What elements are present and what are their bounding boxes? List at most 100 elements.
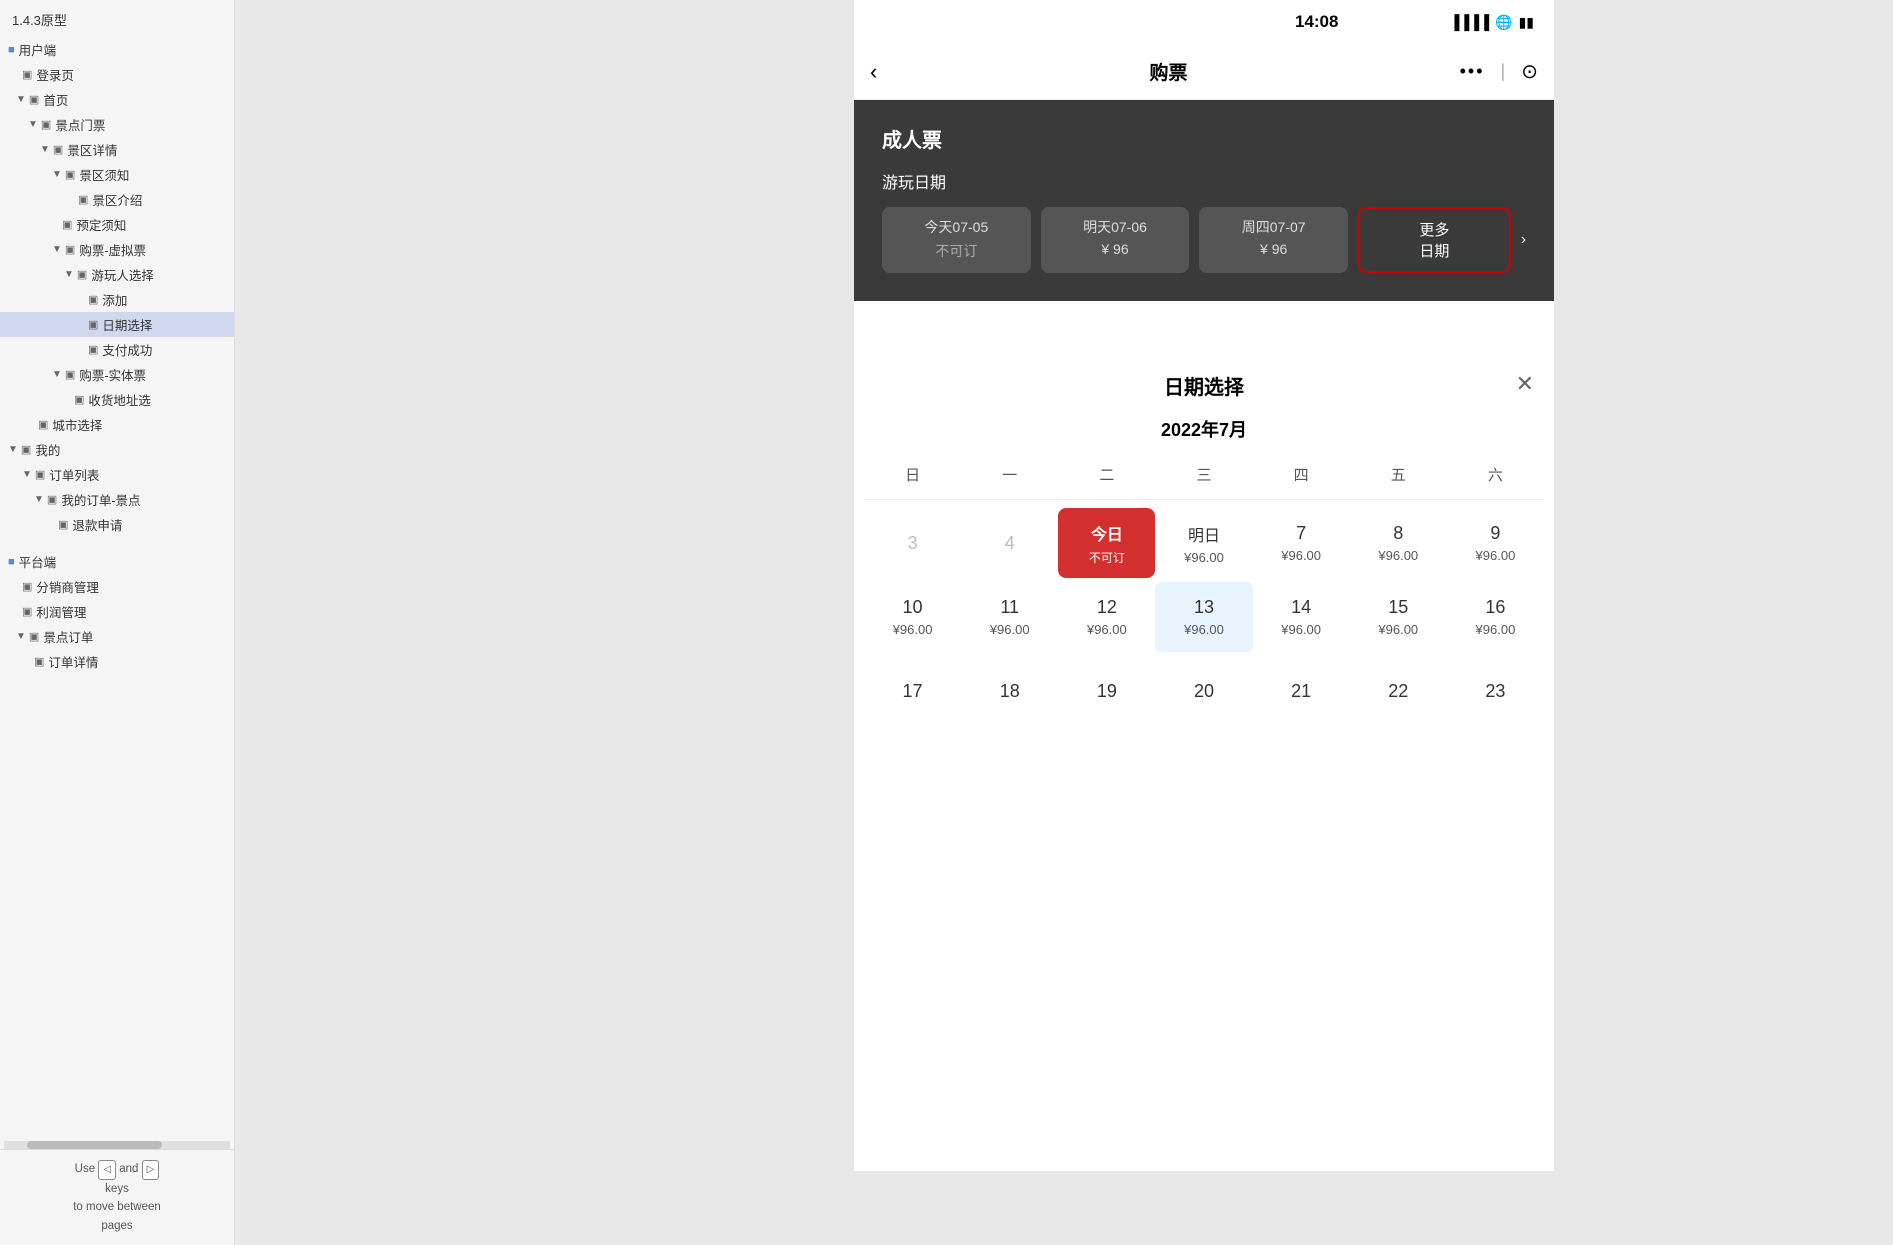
arrow-icon: ▼ bbox=[8, 444, 18, 455]
doc-icon: ▣ bbox=[22, 68, 32, 81]
signal-bars-icon: ▐▐▐▐ bbox=[1449, 14, 1489, 30]
cal-day-21[interactable]: 21 bbox=[1253, 656, 1350, 726]
calendar-month: 2022年7月 bbox=[854, 416, 1554, 442]
page-title: 购票 bbox=[1149, 58, 1187, 85]
modal-header: 日期选择 ✕ bbox=[854, 371, 1554, 416]
sidebar-item-order-detail[interactable]: ▣ 订单详情 bbox=[0, 649, 234, 674]
arrow-icon: ▼ bbox=[52, 369, 62, 380]
sidebar-item-profit-mgmt[interactable]: ▣ 利润管理 bbox=[0, 599, 234, 624]
cal-day-today[interactable]: 今日 不可订 bbox=[1058, 508, 1155, 578]
folder-icon: ■ bbox=[8, 44, 15, 56]
sidebar-item-attraction-detail[interactable]: ▼ ▣ 景区详情 bbox=[0, 137, 234, 162]
wifi-icon: 🌐 bbox=[1495, 14, 1512, 31]
cal-day-7[interactable]: 7 ¥96.00 bbox=[1253, 508, 1350, 578]
cal-day-19[interactable]: 19 bbox=[1058, 656, 1155, 726]
doc-icon: ▣ bbox=[58, 518, 68, 531]
cal-day-16[interactable]: 16 ¥96.00 bbox=[1447, 582, 1544, 652]
doc-icon: ▣ bbox=[38, 418, 48, 431]
date-option-today[interactable]: 今天07-05 不可订 bbox=[882, 207, 1031, 273]
date-thu-price: ¥ 96 bbox=[1207, 241, 1340, 257]
sidebar-horizontal-scrollbar[interactable] bbox=[4, 1141, 230, 1149]
doc-icon: ▣ bbox=[78, 193, 88, 206]
modal-close-button[interactable]: ✕ bbox=[1516, 371, 1534, 397]
sidebar: 1.4.3原型 ■ 用户端 ▣ 登录页 ▼ ▣ 首页 ▼ ▣ 景点门票 ▼ bbox=[0, 0, 235, 1245]
doc-icon: ▣ bbox=[22, 580, 32, 593]
sidebar-scroll[interactable]: ■ 用户端 ▣ 登录页 ▼ ▣ 首页 ▼ ▣ 景点门票 ▼ ▣ 景区详情 bbox=[0, 37, 234, 1141]
weekday-tue: 二 bbox=[1058, 458, 1155, 491]
cal-day-18[interactable]: 18 bbox=[961, 656, 1058, 726]
sidebar-item-attraction-orders[interactable]: ▼ ▣ 景点订单 bbox=[0, 624, 234, 649]
doc-icon: ▣ bbox=[88, 343, 98, 356]
cal-day-8[interactable]: 8 ¥96.00 bbox=[1350, 508, 1447, 578]
back-button[interactable]: ‹ bbox=[870, 59, 877, 85]
doc-icon: ▣ bbox=[88, 318, 98, 331]
nav-bar: ‹ 购票 ••• | ⊙ bbox=[854, 44, 1554, 100]
more-button[interactable]: ••• bbox=[1460, 61, 1485, 82]
sidebar-item-player-select[interactable]: ▼ ▣ 游玩人选择 bbox=[0, 262, 234, 287]
cal-day-12[interactable]: 12 ¥96.00 bbox=[1058, 582, 1155, 652]
cal-day-mingri[interactable]: 明日 ¥96.00 bbox=[1155, 508, 1252, 578]
play-date-label: 游玩日期 bbox=[882, 169, 1526, 193]
cal-day-3[interactable]: 3 bbox=[864, 508, 961, 578]
cal-day-11[interactable]: 11 ¥96.00 bbox=[961, 582, 1058, 652]
arrow-icon: ▼ bbox=[28, 119, 38, 130]
sidebar-item-my-section[interactable]: ▼ ▣ 我的 bbox=[0, 437, 234, 462]
divider: | bbox=[1501, 61, 1506, 82]
weekday-fri: 五 bbox=[1350, 458, 1447, 491]
sidebar-item-payment-success[interactable]: ▣ 支付成功 bbox=[0, 337, 234, 362]
modal-title: 日期选择 bbox=[1164, 371, 1244, 400]
date-today-price: 不可订 bbox=[890, 241, 1023, 261]
sidebar-title: 1.4.3原型 bbox=[0, 0, 234, 37]
cal-day-17[interactable]: 17 bbox=[864, 656, 961, 726]
sidebar-item-login[interactable]: ▣ 登录页 bbox=[0, 62, 234, 87]
sidebar-item-buy-virtual[interactable]: ▼ ▣ 购票-虚拟票 bbox=[0, 237, 234, 262]
cal-day-20[interactable]: 20 bbox=[1155, 656, 1252, 726]
cal-day-10[interactable]: 10 ¥96.00 bbox=[864, 582, 961, 652]
footer-use-text: Use bbox=[75, 1163, 99, 1175]
date-more-text: 更多 bbox=[1368, 219, 1501, 240]
sidebar-item-shipping-address[interactable]: ▣ 收货地址选 bbox=[0, 387, 234, 412]
calendar-header: 日 一 二 三 四 五 六 bbox=[854, 458, 1554, 491]
record-button[interactable]: ⊙ bbox=[1521, 59, 1538, 84]
sidebar-item-platform-section[interactable]: ■ 平台端 bbox=[0, 549, 234, 574]
sidebar-item-add[interactable]: ▣ 添加 bbox=[0, 287, 234, 312]
sidebar-item-user-section[interactable]: ■ 用户端 bbox=[0, 37, 234, 62]
doc-icon: ▣ bbox=[65, 368, 75, 381]
status-bar: 14:08 ▐▐▐▐ 🌐 ▮▮ bbox=[854, 0, 1554, 44]
sidebar-item-date-select[interactable]: ▣ 日期选择 bbox=[0, 312, 234, 337]
scrollbar-thumb bbox=[27, 1141, 163, 1149]
sidebar-item-my-orders[interactable]: ▼ ▣ 我的订单-景点 bbox=[0, 487, 234, 512]
date-arrow: › bbox=[1521, 207, 1526, 273]
sidebar-item-attraction-notice[interactable]: ▼ ▣ 景区须知 bbox=[0, 162, 234, 187]
cal-day-22[interactable]: 22 bbox=[1350, 656, 1447, 726]
status-icons: ▐▐▐▐ 🌐 ▮▮ bbox=[1449, 14, 1534, 31]
doc-icon: ▣ bbox=[41, 118, 51, 131]
battery-icon: ▮▮ bbox=[1519, 14, 1534, 31]
cal-day-4[interactable]: 4 bbox=[961, 508, 1058, 578]
arrow-icon: ▼ bbox=[64, 269, 74, 280]
doc-icon: ▣ bbox=[53, 143, 63, 156]
sidebar-item-booking-notice[interactable]: ▣ 预定须知 bbox=[0, 212, 234, 237]
date-option-tomorrow[interactable]: 明天07-06 ¥ 96 bbox=[1041, 207, 1190, 273]
sidebar-item-city-select[interactable]: ▣ 城市选择 bbox=[0, 412, 234, 437]
date-thu-label: 周四07-07 bbox=[1207, 217, 1340, 237]
arrow-icon: ▼ bbox=[40, 144, 50, 155]
date-tomorrow-label: 明天07-06 bbox=[1049, 217, 1182, 237]
date-option-more[interactable]: 更多 日期 bbox=[1358, 207, 1511, 273]
sidebar-item-distributor-mgmt[interactable]: ▣ 分销商管理 bbox=[0, 574, 234, 599]
doc-icon: ▣ bbox=[65, 168, 75, 181]
cal-day-23[interactable]: 23 bbox=[1447, 656, 1544, 726]
cal-day-15[interactable]: 15 ¥96.00 bbox=[1350, 582, 1447, 652]
arrow-icon: ▼ bbox=[52, 244, 62, 255]
sidebar-item-order-list[interactable]: ▼ ▣ 订单列表 bbox=[0, 462, 234, 487]
cal-day-9[interactable]: 9 ¥96.00 bbox=[1447, 508, 1544, 578]
sidebar-item-home[interactable]: ▼ ▣ 首页 bbox=[0, 87, 234, 112]
sidebar-item-tickets[interactable]: ▼ ▣ 景点门票 bbox=[0, 112, 234, 137]
cal-day-14[interactable]: 14 ¥96.00 bbox=[1253, 582, 1350, 652]
sidebar-item-buy-physical[interactable]: ▼ ▣ 购票-实体票 bbox=[0, 362, 234, 387]
sidebar-item-refund[interactable]: ▣ 退款申请 bbox=[0, 512, 234, 537]
cal-day-13[interactable]: 13 ¥96.00 bbox=[1155, 582, 1252, 652]
date-option-thu[interactable]: 周四07-07 ¥ 96 bbox=[1199, 207, 1348, 273]
ticket-type-label: 成人票 bbox=[882, 124, 1526, 153]
sidebar-item-attraction-intro[interactable]: ▣ 景区介绍 bbox=[0, 187, 234, 212]
